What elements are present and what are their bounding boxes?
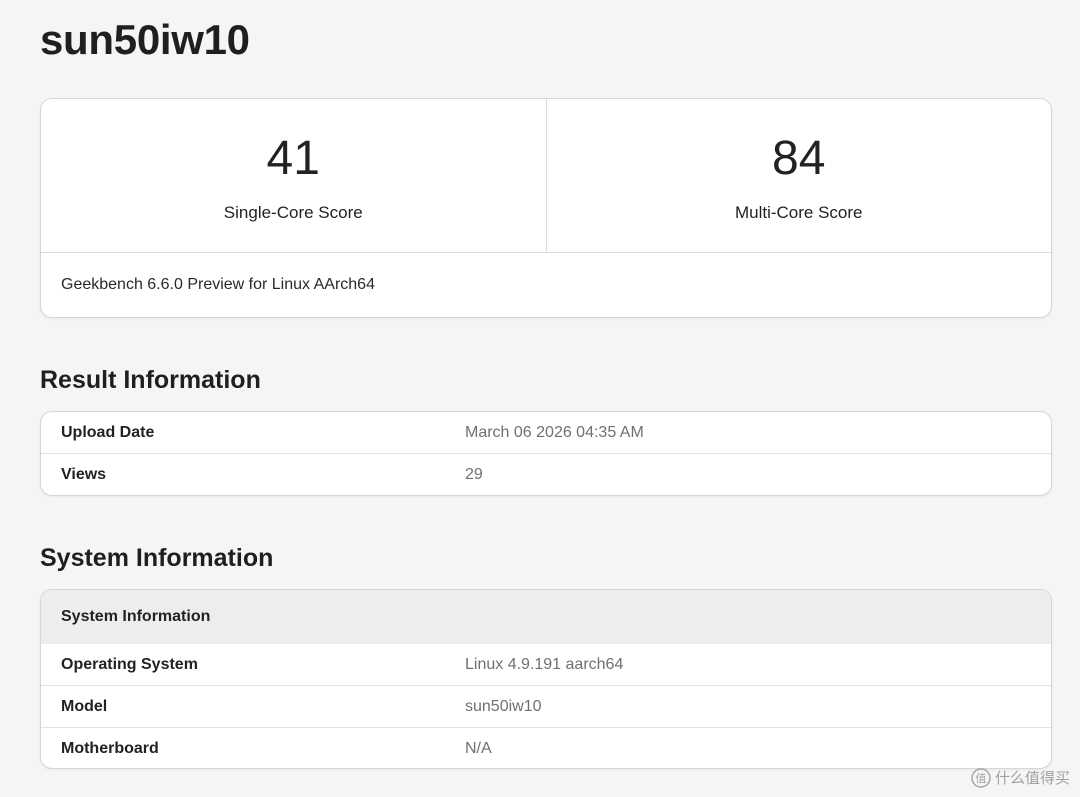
table-row-operating-system: Operating System Linux 4.9.191 aarch64	[41, 644, 1051, 685]
multi-core-score-value: 84	[772, 132, 826, 185]
system-information-table: System Information Operating System Linu…	[40, 589, 1052, 769]
system-information-table-header: System Information	[41, 590, 1051, 644]
model-label: Model	[61, 697, 108, 715]
watermark: 值 什么值得买	[971, 767, 1070, 788]
page-title: sun50iw10	[40, 16, 250, 63]
operating-system-label: Operating System	[61, 655, 198, 673]
benchmark-version: Geekbench 6.6.0 Preview for Linux AArch6…	[61, 276, 375, 293]
table-row-upload-date: Upload Date March 06 2026 04:35 AM	[41, 412, 1051, 453]
motherboard-value: N/A	[465, 739, 492, 757]
upload-date-label: Upload Date	[61, 423, 155, 441]
watermark-text: 什么值得买	[994, 770, 1070, 787]
table-row-motherboard: Motherboard N/A	[41, 727, 1051, 768]
multi-core-score-cell: 84 Multi-Core Score	[545, 99, 1052, 252]
upload-date-value: March 06 2026 04:35 AM	[465, 423, 644, 441]
system-information-heading: System Information	[40, 544, 274, 572]
views-label: Views	[61, 465, 107, 483]
single-core-score-cell: 41 Single-Core Score	[41, 99, 546, 252]
single-core-score-value: 41	[266, 132, 320, 185]
single-core-score-label: Single-Core Score	[223, 203, 363, 222]
operating-system-value: Linux 4.9.191 aarch64	[465, 655, 624, 673]
table-row-views: Views 29	[41, 453, 1051, 495]
score-row: 41 Single-Core Score 84 Multi-Core Score	[41, 99, 1051, 253]
model-value: sun50iw10	[465, 697, 542, 715]
views-value: 29	[465, 465, 483, 483]
result-information-heading: Result Information	[40, 366, 261, 394]
smzdm-logo-icon: 值	[971, 767, 991, 788]
motherboard-label: Motherboard	[61, 739, 159, 757]
score-card: 41 Single-Core Score 84 Multi-Core Score…	[40, 98, 1052, 318]
result-information-table: Upload Date March 06 2026 04:35 AM Views…	[40, 411, 1052, 496]
svg-text:值: 值	[975, 772, 986, 785]
table-row-model: Model sun50iw10	[41, 685, 1051, 727]
multi-core-score-label: Multi-Core Score	[734, 203, 863, 222]
